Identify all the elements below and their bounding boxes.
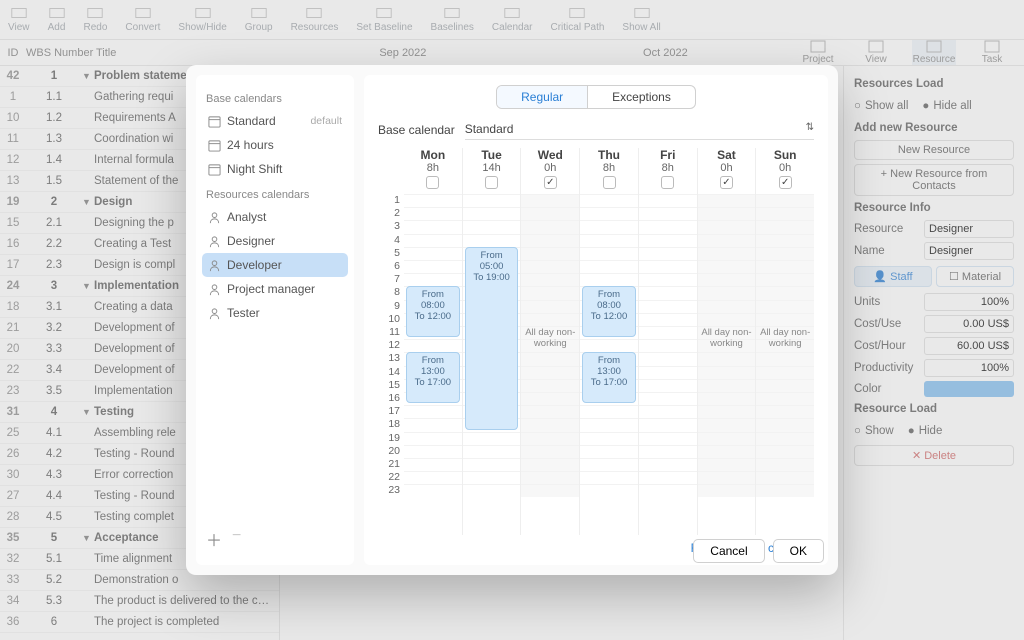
sidebar-section-label: Base calendars [206,93,344,105]
time-block[interactable]: From 05:00To 19:00 [465,247,519,430]
resource-calendar-item[interactable]: Project manager [202,277,348,301]
modal-overlay: Base calendars Standarddefault24 hoursNi… [0,0,1024,640]
day-column-thu: Thu8h From 08:00To 12:00 From 13:00To 17:0… [579,148,638,535]
day-column-sun: Sun0h All day non-working [755,148,814,535]
resource-calendar-item[interactable]: Analyst [202,205,348,229]
segment-exceptions[interactable]: Exceptions [587,86,695,108]
day-name: Sun [756,148,814,162]
day-checkbox[interactable] [485,176,498,189]
allday-label: All day non-working [521,327,579,349]
day-name: Thu [580,148,638,162]
day-hours: 8h [639,162,697,174]
day-checkbox[interactable] [426,176,439,189]
segment-control: Regular Exceptions [496,85,696,109]
allday-label: All day non-working [756,327,814,349]
day-name: Tue [463,148,521,162]
time-block[interactable]: From 08:00To 12:00 [582,286,636,337]
day-name: Wed [521,148,579,162]
sidebar-section-label: Resources calendars [206,189,344,201]
day-checkbox[interactable] [661,176,674,189]
day-column-sat: Sat0h All day non-working [697,148,756,535]
day-hours: 0h [521,162,579,174]
day-column-wed: Wed0h All day non-working [520,148,579,535]
day-name: Mon [404,148,462,162]
hours-axis: 1234567891011121314151617181920212223 [378,148,404,535]
resource-calendar-item[interactable]: Developer [202,253,348,277]
remove-calendar-button[interactable]: − [232,527,241,551]
week-grid: Mon8hFrom 08:00To 12:00From 13:00To 17:0… [404,148,814,535]
day-checkbox[interactable] [603,176,616,189]
day-hours: 14h [463,162,521,174]
time-block[interactable]: From 08:00To 12:00 [406,286,460,337]
base-calendar-item[interactable]: 24 hours [202,133,348,157]
day-hours: 0h [756,162,814,174]
base-calendar-item[interactable]: Night Shift [202,157,348,181]
allday-label: All day non-working [698,327,756,349]
day-checkbox[interactable] [544,176,557,189]
day-column-fri: Fri8h [638,148,697,535]
day-name: Sat [698,148,756,162]
resource-calendar-item[interactable]: Tester [202,301,348,325]
day-column-mon: Mon8h From 08:00To 12:00 From 13:00To 17:0… [404,148,462,535]
time-block[interactable]: From 13:00To 17:00 [582,352,636,403]
day-hours: 8h [404,162,462,174]
day-name: Fri [639,148,697,162]
day-hours: 8h [580,162,638,174]
base-calendar-select[interactable]: Standard ⇅ [465,119,814,140]
base-calendar-label: Base calendar [378,123,455,137]
segment-regular[interactable]: Regular [497,86,587,108]
day-column-tue: Tue14h From 05:00To 19:00 [462,148,521,535]
day-hours: 0h [698,162,756,174]
chevron-updown-icon: ⇅ [806,122,814,136]
time-block[interactable]: From 13:00To 17:00 [406,352,460,403]
add-calendar-button[interactable]: ＋ [206,527,222,551]
day-checkbox[interactable] [779,176,792,189]
resource-calendar-item[interactable]: Designer [202,229,348,253]
calendar-sidebar: Base calendars Standarddefault24 hoursNi… [196,75,354,565]
calendar-modal: Base calendars Standarddefault24 hoursNi… [186,65,838,575]
cancel-button[interactable]: Cancel [693,539,764,563]
base-calendar-item[interactable]: Standarddefault [202,109,348,133]
day-checkbox[interactable] [720,176,733,189]
calendar-main-panel: Regular Exceptions Base calendar Standar… [364,75,828,565]
ok-button[interactable]: OK [773,539,824,563]
